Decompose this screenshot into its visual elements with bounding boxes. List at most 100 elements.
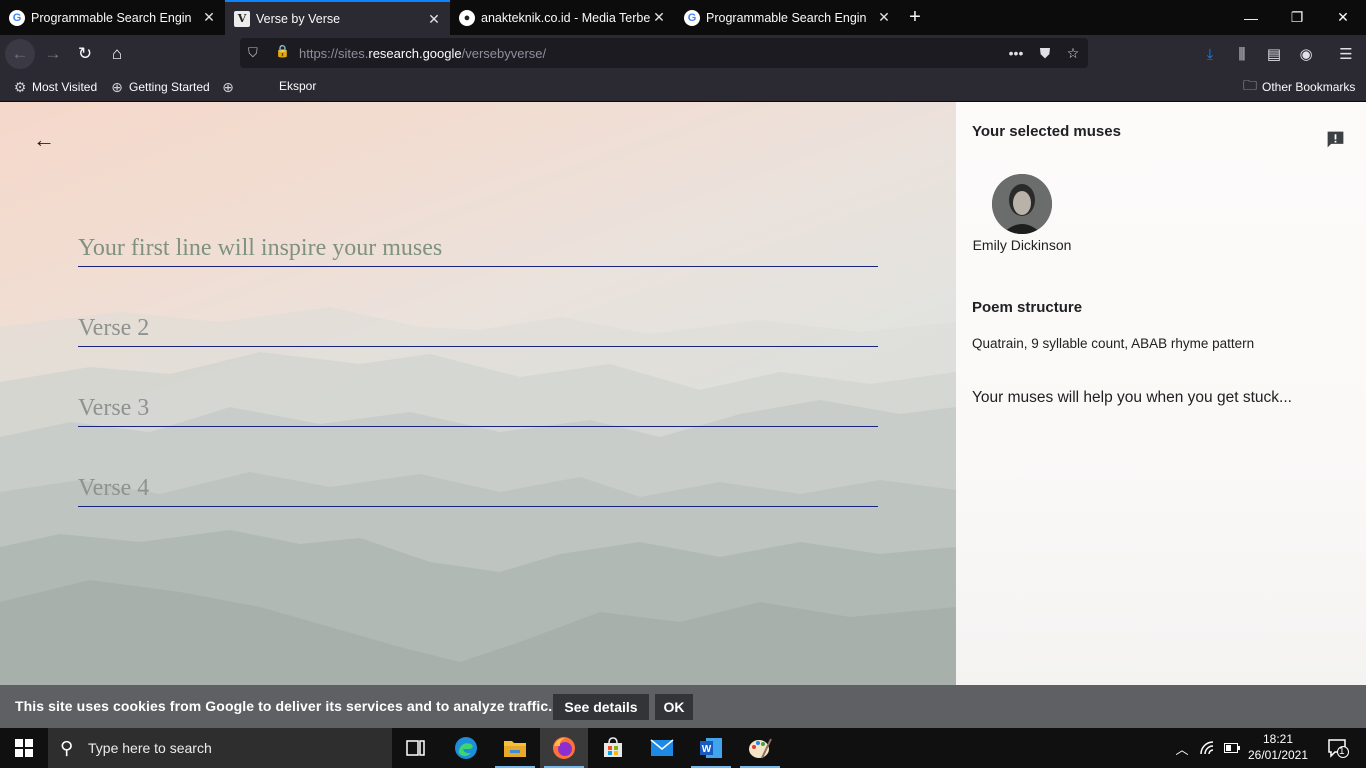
verse-placeholder: Verse 2 (78, 315, 150, 341)
tab-verse-by-verse[interactable]: V Verse by Verse ✕ (225, 0, 450, 35)
mountain-scene: ← Your first line will inspire your muse… (0, 102, 956, 685)
folder-icon: 🗀 (1243, 77, 1257, 93)
show-hidden-icons-chevron-icon[interactable]: ︿ (1170, 728, 1194, 768)
bookmark-label: Other Bookmarks (1262, 80, 1356, 94)
file-explorer-icon[interactable] (491, 728, 539, 768)
tab-strip: G Programmable Search Engine ✕ V Verse b… (0, 0, 1366, 35)
tab-title: Programmable Search Engine (706, 10, 866, 25)
tab-title: Programmable Search Engine (31, 10, 191, 25)
minimize-icon[interactable]: — (1228, 0, 1274, 35)
url-path: /versebyverse/ (461, 46, 547, 61)
url-prefix: https://sites. (299, 46, 369, 61)
bookmarks-bar: ⚙ Most Visited ⊕ Getting Started ⊕ Ekspo… (0, 72, 1366, 102)
svg-text:W: W (702, 744, 712, 755)
forward-arrow-icon[interactable]: → (38, 39, 68, 69)
tab-programmable-search-2[interactable]: G Programmable Search Engine ✕ (675, 0, 900, 35)
tab-title: Verse by Verse (256, 11, 341, 26)
verse-input-2[interactable]: Verse 2 (78, 307, 878, 347)
back-arrow-icon[interactable]: ← (5, 39, 35, 69)
reload-icon[interactable]: ↻ (70, 39, 100, 69)
search-placeholder: Type here to search (88, 740, 212, 756)
library-icon[interactable]: ⫼ (1230, 42, 1254, 66)
muse-name: Emily Dickinson (972, 237, 1072, 253)
globe-icon: ⊕ (222, 78, 234, 95)
page-content: ← Your first line will inspire your muse… (0, 102, 1366, 685)
url-bar[interactable]: ⛉ 🔒 https://sites.research.google/verseb… (240, 38, 1088, 68)
verse-placeholder: Your first line will inspire your muses (78, 235, 443, 261)
close-icon[interactable]: ✕ (876, 9, 892, 25)
bookmark-ekspor[interactable]: Ekspor (279, 79, 316, 93)
shield-icon[interactable]: ⛉ (248, 45, 258, 61)
google-g-icon: G (684, 9, 700, 26)
bookmark-untitled[interactable]: ⊕ (220, 79, 240, 95)
google-g-icon: G (9, 9, 25, 26)
home-icon[interactable]: ⌂ (102, 39, 132, 69)
bookmark-label: Most Visited (32, 80, 98, 94)
clock-date: 26/01/2021 (1247, 748, 1309, 762)
system-clock[interactable]: 18:21 26/01/2021 (1244, 731, 1312, 763)
verse-input-4[interactable]: Verse 4 (78, 467, 878, 507)
close-icon[interactable]: ✕ (426, 11, 442, 27)
taskbar-search-box[interactable]: ⚲ Type here to search (48, 728, 392, 768)
see-details-button[interactable]: See details (553, 694, 649, 720)
url-host: research.google (368, 46, 462, 61)
verse-placeholder: Verse 4 (78, 475, 150, 501)
muse-hint-text: Your muses will help you when you get st… (972, 389, 1292, 406)
portrait-icon (992, 174, 1052, 234)
close-icon[interactable]: ✕ (651, 9, 667, 25)
bookmark-label: Ekspor (279, 79, 317, 93)
anakteknik-icon: ● (459, 9, 475, 26)
more-actions-icon[interactable]: ••• (1006, 43, 1026, 63)
downloads-icon[interactable]: ⤓ (1198, 42, 1222, 66)
feedback-icon[interactable] (1325, 129, 1346, 150)
menu-hamburger-icon[interactable]: ☰ (1334, 42, 1358, 66)
cookie-text: This site uses cookies from Google to de… (15, 698, 553, 714)
muse-avatar[interactable] (992, 174, 1052, 234)
window-close-icon[interactable]: ✕ (1320, 0, 1366, 35)
muses-heading: Your selected muses (972, 123, 1121, 140)
nav-bar: ← → ↻ ⌂ ⛉ 🔒 https://sites.research.googl… (0, 35, 1366, 72)
verse-input-3[interactable]: Verse 3 (78, 387, 878, 427)
verse-placeholder: Verse 3 (78, 395, 150, 421)
bookmark-getting-started[interactable]: ⊕ Getting Started (109, 79, 210, 95)
mail-icon[interactable] (638, 728, 686, 768)
structure-heading: Poem structure (972, 299, 1083, 316)
word-icon[interactable]: W (687, 728, 735, 768)
notification-center-icon[interactable]: 1 (1318, 728, 1358, 768)
search-icon: ⚲ (60, 738, 74, 758)
verse-input-1[interactable]: Your first line will inspire your muses (78, 227, 878, 267)
gear-icon: ⚙ (13, 78, 27, 95)
muses-sidebar: Your selected muses Emily Dickinson Poem… (956, 102, 1366, 685)
ok-button[interactable]: OK (655, 694, 693, 720)
back-arrow-icon[interactable]: ← (30, 126, 58, 154)
account-icon[interactable]: ◉ (1294, 42, 1318, 66)
close-icon[interactable]: ✕ (201, 9, 217, 25)
paint-icon[interactable] (736, 728, 784, 768)
clock-time: 18:21 (1262, 732, 1294, 746)
windows-taskbar: ⚲ Type here to search W ︿ 18:21 26/01/20… (0, 728, 1366, 768)
new-tab-plus-icon[interactable]: + (903, 5, 927, 29)
globe-icon: ⊕ (111, 78, 123, 95)
store-icon[interactable] (589, 728, 637, 768)
start-button[interactable] (0, 728, 48, 768)
url-text[interactable]: https://sites.research.google/versebyver… (299, 46, 546, 61)
bookmark-star-icon[interactable]: ☆ (1063, 43, 1083, 63)
tab-title: anakteknik.co.id - Media Terbe (481, 10, 651, 25)
cookie-banner: This site uses cookies from Google to de… (0, 685, 1366, 728)
notification-count: 1 (1339, 746, 1345, 757)
restore-icon[interactable]: ❐ (1274, 0, 1320, 35)
task-view-icon[interactable] (392, 728, 440, 768)
pocket-icon[interactable]: ⛊ (1035, 43, 1055, 63)
network-icon[interactable] (1196, 728, 1220, 768)
tab-anakteknik[interactable]: ● anakteknik.co.id - Media Terbe ✕ (450, 0, 675, 35)
edge-icon[interactable] (442, 728, 490, 768)
lock-icon[interactable]: 🔒 (275, 44, 290, 58)
bookmark-most-visited[interactable]: ⚙ Most Visited (12, 79, 97, 95)
battery-icon[interactable] (1220, 728, 1244, 768)
sidebar-toggle-icon[interactable]: ▤ (1262, 42, 1286, 66)
firefox-icon[interactable] (540, 728, 588, 768)
verse-v-icon: V (234, 10, 250, 27)
bookmark-other[interactable]: 🗀 Other Bookmarks (1242, 77, 1356, 95)
structure-text: Quatrain, 9 syllable count, ABAB rhyme p… (972, 336, 1255, 351)
tab-programmable-search-1[interactable]: G Programmable Search Engine ✕ (0, 0, 225, 35)
